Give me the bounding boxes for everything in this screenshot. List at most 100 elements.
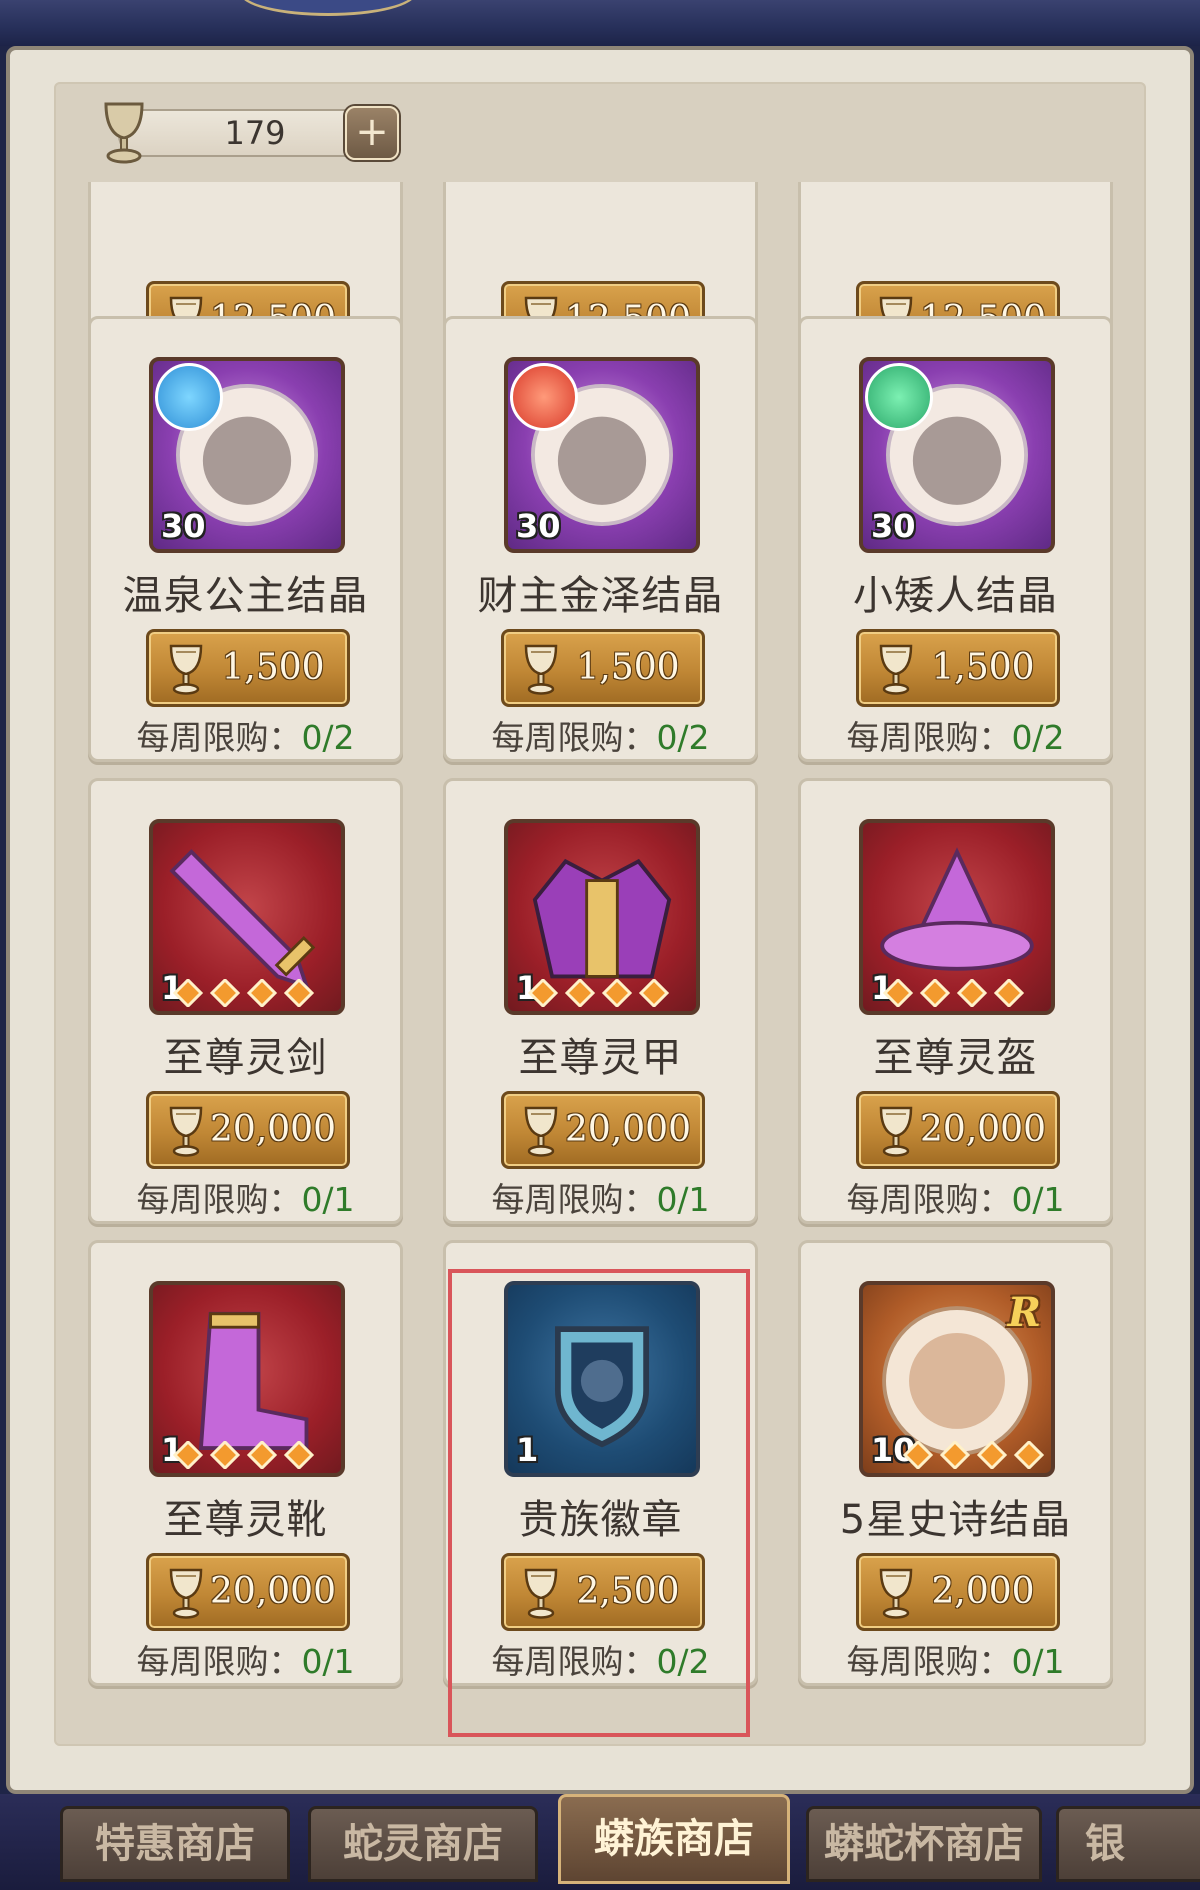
tab-snake-spirit-shop[interactable]: 蛇灵商店 [308,1806,538,1882]
star-rating [173,1441,315,1469]
weekly-limit-value: 0/2 [301,718,355,757]
weekly-limit: 每周限购：0/2 [801,711,1110,759]
item-icon[interactable]: 1 [859,819,1055,1015]
weekly-limit-value: 0/1 [1011,1180,1065,1219]
item-name: 至尊灵盔 [873,1035,1038,1081]
weekly-limit-value: 0/2 [656,718,710,757]
shop-item-card[interactable]: 1 贵族徽章 2,500 每周限购：0/2 [443,1240,758,1686]
fire-element-icon [510,363,578,431]
shop-item-card[interactable]: 1 至尊灵靴 20,000 每周限购：0/1 [88,1240,403,1686]
buy-price-button[interactable]: 20,000 [501,1091,705,1169]
buy-price-button[interactable]: 2,500 [501,1553,705,1631]
weekly-limit: 每周限购：0/1 [801,1635,1110,1683]
weekly-limit-value: 0/1 [301,1642,355,1681]
goblet-icon [524,1106,558,1157]
star-icon [956,979,988,1007]
goblet-icon [169,644,203,695]
water-element-icon [155,363,223,431]
item-icon[interactable]: 30 [859,357,1055,553]
buy-price-button[interactable]: 1,500 [856,629,1060,707]
star-icon [209,979,241,1007]
weekly-limit-label: 每周限购： [491,1180,657,1219]
weekly-limit: 每周限购：0/1 [91,1635,400,1683]
shop-item-card[interactable]: 1 至尊灵剑 20,000 每周限购：0/1 [88,778,403,1224]
star-icon [173,979,204,1007]
star-icon [564,979,596,1007]
shop-item-card[interactable]: 30 财主金泽结晶 1,500 每周限购：0/2 [443,316,758,762]
item-list[interactable]: 12,500每周限购：0/112,500每周限购：0/112,500每周限购：0… [0,182,1200,1752]
item-icon[interactable]: 30 [504,357,700,553]
tab-python-clan-shop[interactable]: 蟒族商店 [558,1794,790,1884]
item-icon[interactable]: R 10 [859,1281,1055,1477]
star-icon [638,979,670,1007]
star-icon [919,979,951,1007]
goblet-icon [524,1568,558,1619]
buy-price-button[interactable]: 20,000 [146,1091,350,1169]
buy-price-button[interactable]: 20,000 [146,1553,350,1631]
price-value: 20,000 [210,1109,336,1150]
item-name: 贵族徽章 [518,1497,683,1543]
goblet-icon [169,1106,203,1157]
price-value: 1,500 [931,647,1035,688]
shop-item-card[interactable]: 30 小矮人结晶 1,500 每周限购：0/2 [798,316,1113,762]
buy-price-button[interactable]: 1,500 [146,629,350,707]
star-icon [976,1441,1008,1469]
item-name: 小矮人结晶 [853,573,1058,619]
price-value: 1,500 [576,647,680,688]
star-icon [283,979,315,1007]
star-icon [883,979,914,1007]
item-quantity: 1 [516,1431,539,1469]
item-icon[interactable]: 1 [504,1281,700,1477]
star-icon [246,979,278,1007]
shop-item-card[interactable]: 1 至尊灵盔 20,000 每周限购：0/1 [798,778,1113,1224]
buy-price-button[interactable]: 20,000 [856,1091,1060,1169]
weekly-limit-label: 每周限购： [136,1180,302,1219]
tab-silver-shop[interactable]: 银 [1056,1806,1200,1882]
goblet-icon [879,644,913,695]
buy-price-button[interactable]: 1,500 [501,629,705,707]
shop-item-card[interactable]: 1 至尊灵甲 20,000 每周限购：0/1 [443,778,758,1224]
star-rating [883,979,1025,1007]
weekly-limit: 每周限购：0/2 [446,1635,755,1683]
price-value: 1,500 [221,647,325,688]
currency-display: 179 + [98,96,403,166]
item-icon[interactable]: 30 [149,357,345,553]
item-name: 至尊灵甲 [518,1035,683,1081]
weekly-limit-value: 0/1 [656,1180,710,1219]
weekly-limit-label: 每周限购： [491,1642,657,1681]
tab-python-cup-shop[interactable]: 蟒蛇杯商店 [806,1806,1042,1882]
item-quantity: 30 [871,507,916,545]
item-name: 5星史诗结晶 [839,1497,1072,1543]
price-value: 20,000 [565,1109,691,1150]
weekly-limit-label: 每周限购： [136,718,302,757]
buy-price-button[interactable]: 2,000 [856,1553,1060,1631]
weekly-limit: 每周限购：0/1 [91,1173,400,1221]
star-icon [1013,1441,1045,1469]
shop-item-card[interactable]: R 10 5星史诗结晶 2,000 每周限购：0/1 [798,1240,1113,1686]
top-banner [0,0,1200,46]
item-icon[interactable]: 1 [504,819,700,1015]
star-icon [173,1441,204,1469]
weekly-limit: 每周限购：0/1 [446,1173,755,1221]
weekly-limit-value: 0/2 [1011,718,1065,757]
star-icon [993,979,1025,1007]
item-name: 至尊灵剑 [163,1035,328,1081]
item-quantity: 30 [161,507,206,545]
price-value: 2,000 [931,1571,1035,1612]
star-icon [939,1441,971,1469]
goblet-icon [169,1568,203,1619]
goblet-icon [879,1106,913,1157]
weekly-limit-label: 每周限购： [846,718,1012,757]
weekly-limit-value: 0/1 [301,1180,355,1219]
item-name: 财主金泽结晶 [477,573,724,619]
item-icon[interactable]: 1 [149,1281,345,1477]
add-currency-button[interactable]: + [345,106,399,160]
goblet-icon [879,1568,913,1619]
tab-special-shop[interactable]: 特惠商店 [60,1806,290,1882]
star-icon [528,979,559,1007]
star-icon [601,979,633,1007]
star-icon [1050,1454,1051,1456]
star-rating [173,979,315,1007]
shop-item-card[interactable]: 30 温泉公主结晶 1,500 每周限购：0/2 [88,316,403,762]
item-icon[interactable]: 1 [149,819,345,1015]
